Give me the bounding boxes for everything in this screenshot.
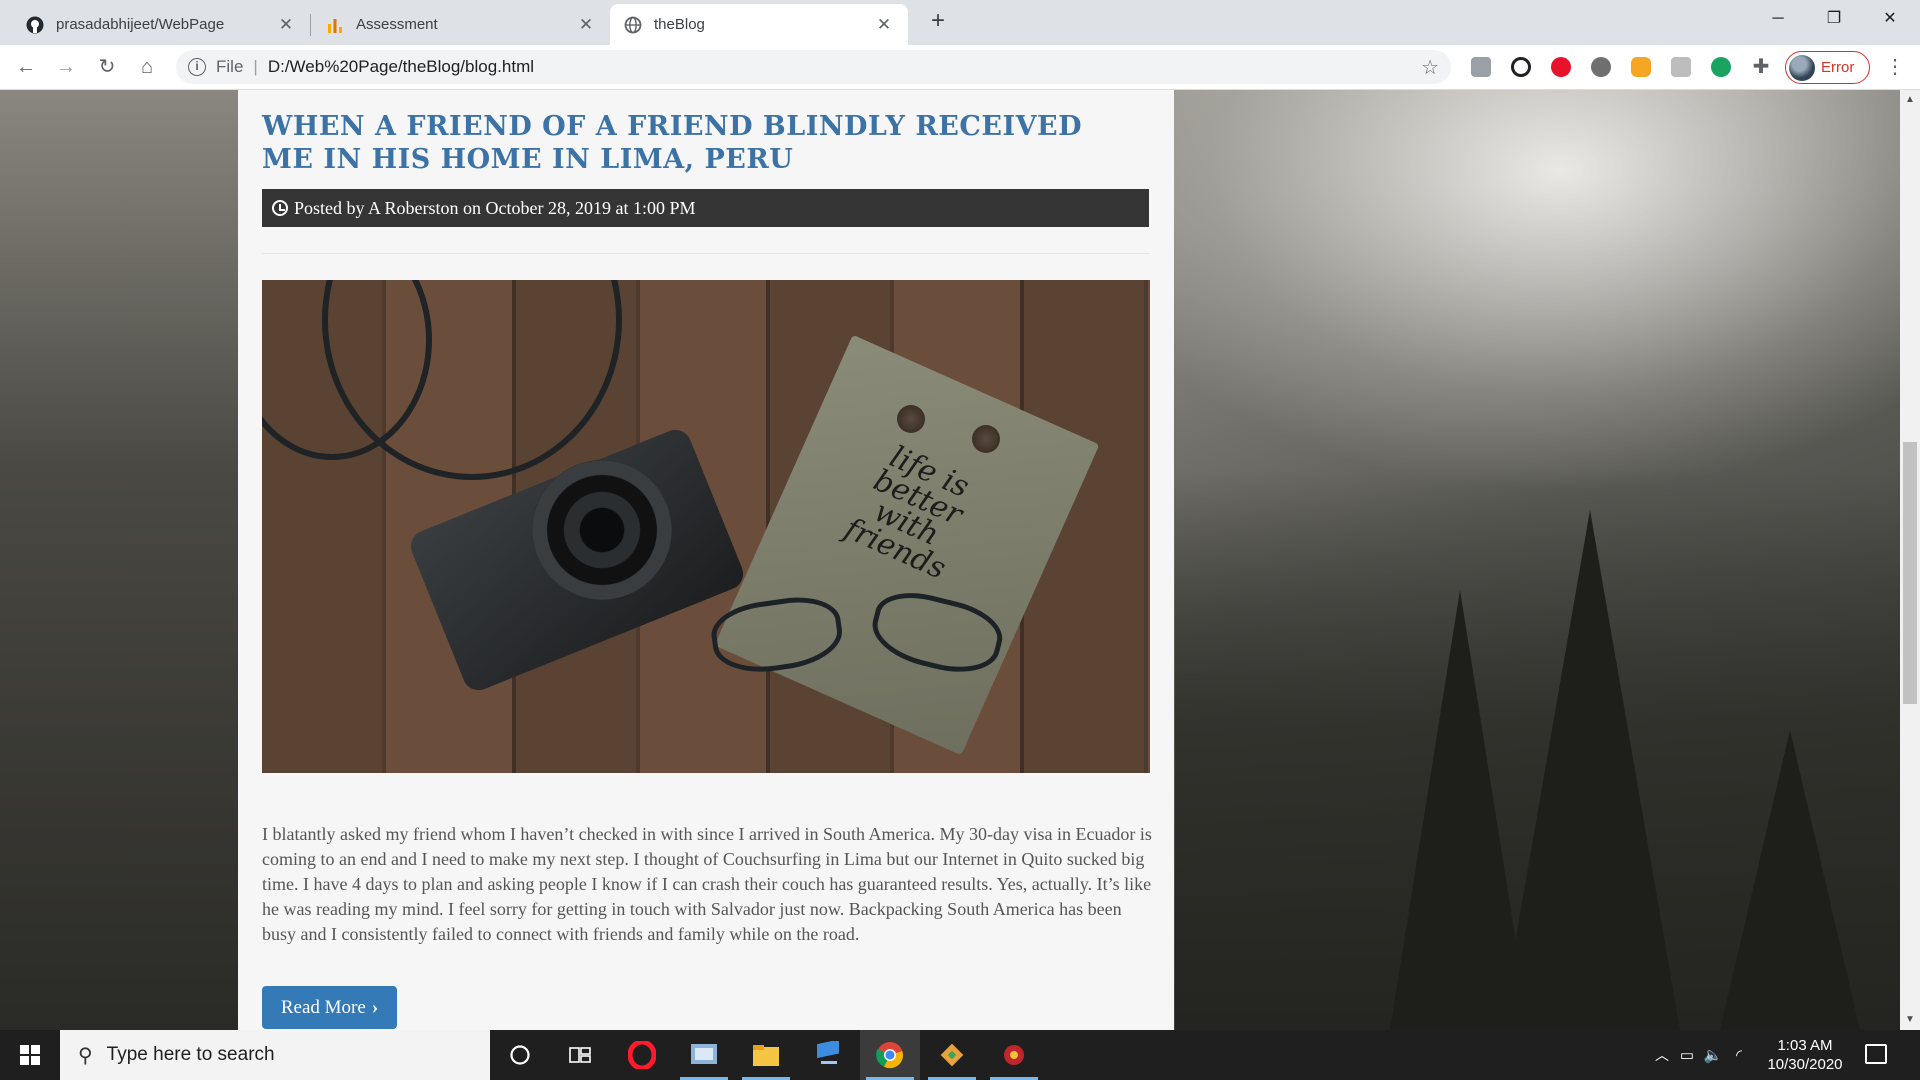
- tab-title: theBlog: [654, 16, 705, 33]
- pdf-icon[interactable]: [1471, 57, 1491, 77]
- close-icon[interactable]: ✕: [874, 15, 894, 35]
- post-excerpt: I blatantly asked my friend whom I haven…: [262, 824, 1152, 944]
- tab-title: prasadabhijeet/WebPage: [56, 16, 225, 33]
- profile-status: Error: [1821, 59, 1855, 76]
- tab-divider: [310, 14, 311, 36]
- notification-icon[interactable]: [1865, 1044, 1887, 1064]
- page-viewport: WHEN A FRIEND OF A FRIEND BLINDLY RECEIV…: [0, 90, 1900, 1030]
- search-placeholder: Type here to search: [106, 1044, 275, 1065]
- divider: [262, 253, 1149, 254]
- tab-assessment[interactable]: Assessment ✕: [312, 4, 610, 45]
- clock-icon: [272, 200, 288, 216]
- background-forest-left: [0, 90, 240, 1030]
- avatar: [1789, 54, 1815, 81]
- read-more-label: Read More: [280, 996, 366, 1018]
- battery-icon[interactable]: ▭: [1674, 1046, 1700, 1064]
- post-image: life is better with friends: [262, 280, 1150, 773]
- url-text[interactable]: D:/Web%20Page/theBlog/blog.html: [268, 57, 534, 77]
- site-info-icon[interactable]: i: [188, 58, 206, 76]
- notebook-clip: [972, 425, 1000, 453]
- opera-icon[interactable]: [612, 1030, 672, 1080]
- new-tab-button[interactable]: +: [924, 8, 952, 36]
- app-icon[interactable]: [984, 1030, 1044, 1080]
- notebook-clip: [897, 405, 925, 433]
- address-bar[interactable]: i File | D:/Web%20Page/theBlog/blog.html…: [176, 50, 1451, 84]
- reload-icon[interactable]: ↻: [91, 51, 123, 83]
- forward-icon[interactable]: →: [50, 51, 82, 83]
- clock-time: 1:03 AM: [1777, 1037, 1833, 1054]
- page-scrollbar[interactable]: ▲ ▼: [1900, 90, 1920, 1030]
- scroll-up-icon[interactable]: ▲: [1900, 94, 1920, 105]
- background-tree: [1500, 510, 1680, 1030]
- puzzle-icon[interactable]: ✚: [1751, 57, 1771, 77]
- menu-icon[interactable]: ⋮: [1880, 53, 1910, 81]
- dot-icon[interactable]: [1711, 57, 1731, 77]
- scroll-down-icon[interactable]: ▼: [1900, 1014, 1920, 1025]
- task-view-icon[interactable]: [550, 1030, 610, 1080]
- clock-date: 10/30/2020: [1767, 1056, 1843, 1073]
- background-tree: [1720, 730, 1860, 1030]
- window-close-icon[interactable]: ✕: [1862, 0, 1918, 40]
- scrollbar-thumb[interactable]: [1903, 442, 1917, 704]
- snipping-icon[interactable]: [674, 1030, 734, 1080]
- git-icon[interactable]: [922, 1030, 982, 1080]
- chrome-icon[interactable]: [860, 1030, 920, 1080]
- close-icon[interactable]: ✕: [576, 15, 596, 35]
- analytics-icon: [326, 16, 344, 34]
- tab-theblog[interactable]: theBlog ✕: [610, 4, 908, 45]
- opera-icon[interactable]: [1551, 57, 1571, 77]
- volume-icon[interactable]: 🔈: [1700, 1046, 1726, 1064]
- close-icon[interactable]: ✕: [276, 15, 296, 35]
- taskbar-clock[interactable]: 1:03 AM 10/30/2020: [1760, 1036, 1850, 1074]
- bookmark-star-icon[interactable]: ☆: [1421, 55, 1439, 80]
- post-meta-bar: Posted by A Roberston on October 28, 201…: [262, 189, 1149, 227]
- search-icon: ⚲: [78, 1044, 93, 1067]
- chevron-right-icon: ›: [371, 996, 379, 1018]
- taskbar-search[interactable]: ⚲ Type here to search: [60, 1030, 490, 1080]
- address-separator: |: [253, 57, 258, 76]
- browser-toolbar: ← → ↻ ⌂ i File | D:/Web%20Page/theBlog/b…: [0, 45, 1920, 90]
- badge-icon[interactable]: [1631, 57, 1651, 77]
- chevron-up-icon[interactable]: ︿: [1650, 1045, 1674, 1065]
- taskbar: ⚲ Type here to search ︿ ▭ 🔈 ◜ 1:03 AM 10…: [0, 1030, 1920, 1080]
- circle-icon[interactable]: [1591, 57, 1611, 77]
- tab-github[interactable]: prasadabhijeet/WebPage ✕: [12, 4, 310, 45]
- home-icon[interactable]: ⌂: [131, 51, 163, 83]
- profile-button[interactable]: Error: [1785, 51, 1870, 84]
- back-icon[interactable]: ←: [10, 51, 42, 83]
- globe-icon: [624, 16, 642, 34]
- cortana-icon[interactable]: [490, 1030, 550, 1080]
- tab-strip: prasadabhijeet/WebPage ✕ Assessment ✕ th…: [0, 0, 1920, 45]
- windows-icon: [20, 1045, 40, 1065]
- tab-title: Assessment: [356, 16, 438, 33]
- wifi-icon[interactable]: ◜: [1726, 1046, 1752, 1064]
- github-icon: [26, 16, 44, 34]
- post-title[interactable]: WHEN A FRIEND OF A FRIEND BLINDLY RECEIV…: [262, 110, 1142, 176]
- scheme-label: File: [216, 57, 244, 76]
- minimize-icon[interactable]: ─: [1750, 0, 1806, 40]
- blog-content-column: WHEN A FRIEND OF A FRIEND BLINDLY RECEIV…: [238, 90, 1174, 1030]
- post-meta: Posted by A Roberston on October 28, 201…: [294, 197, 696, 218]
- link-icon[interactable]: [1511, 57, 1531, 77]
- file-explorer-icon[interactable]: [736, 1030, 796, 1080]
- translate-icon[interactable]: [1671, 57, 1691, 77]
- network-icon[interactable]: [798, 1030, 858, 1080]
- read-more-button[interactable]: Read More ›: [262, 986, 397, 1029]
- restore-icon[interactable]: ❐: [1806, 0, 1862, 40]
- start-button[interactable]: [0, 1030, 60, 1080]
- system-tray: ︿ ▭ 🔈 ◜: [1650, 1030, 1752, 1080]
